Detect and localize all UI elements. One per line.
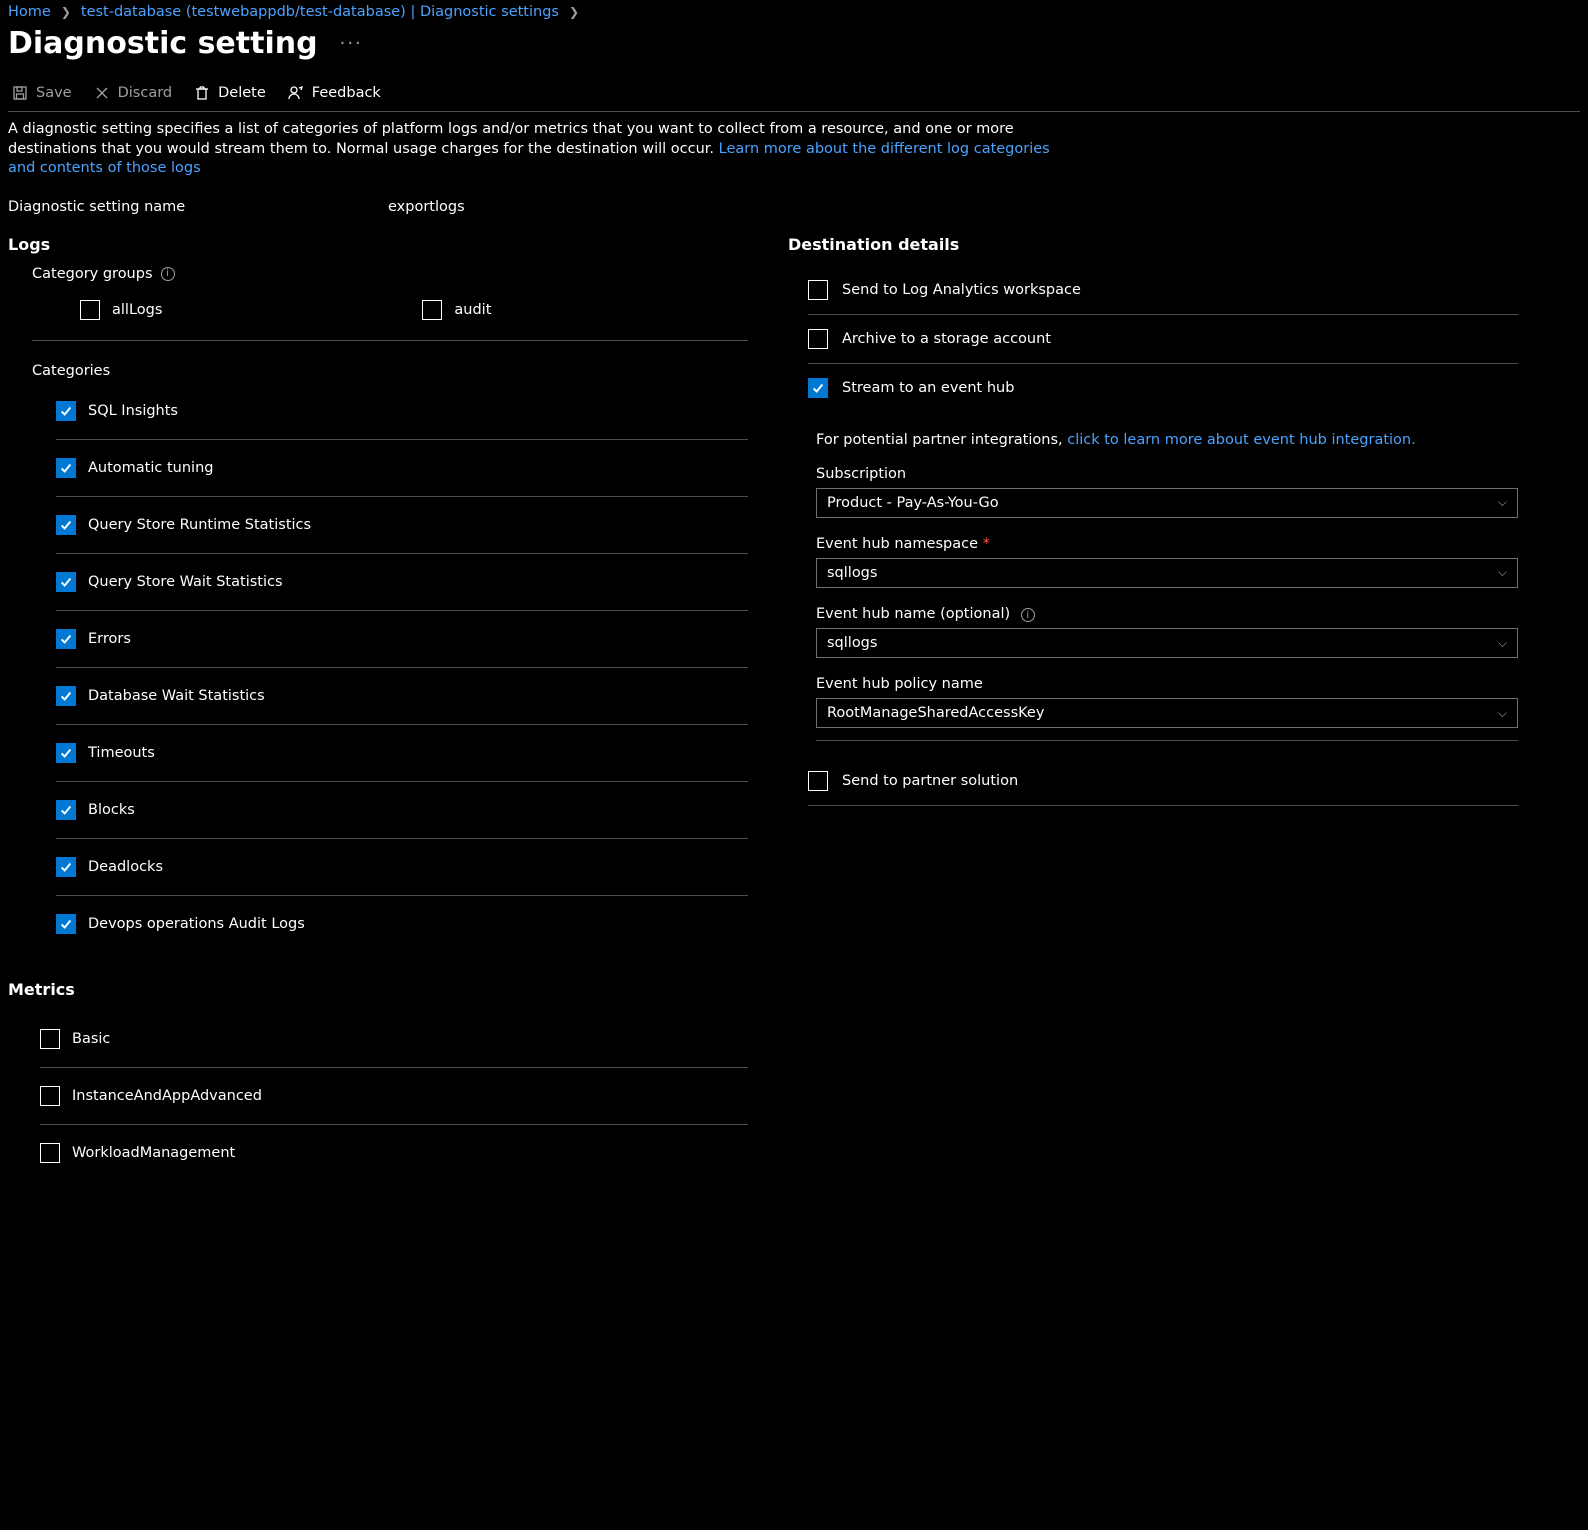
metric-2-checkbox[interactable]: [40, 1143, 60, 1163]
eventhub-note-link[interactable]: click to learn more about event hub inte…: [1067, 432, 1416, 448]
categories-label: Categories: [32, 363, 768, 379]
metric-1-label: InstanceAndAppAdvanced: [72, 1088, 262, 1104]
destination-heading: Destination details: [788, 235, 1518, 254]
chevron-down-icon: ⌵: [1498, 636, 1507, 651]
checkbox-storage[interactable]: [808, 329, 828, 349]
category-9-checkbox[interactable]: [56, 914, 76, 934]
categories-list: SQL Insights Automatic tuning Query Store …: [8, 383, 768, 952]
category-7-row: Blocks: [56, 782, 748, 839]
checkbox-alllogs[interactable]: [80, 300, 100, 320]
logs-heading: Logs: [8, 235, 768, 254]
policy-select[interactable]: RootManageSharedAccessKey ⌵: [816, 698, 1518, 728]
category-7-checkbox[interactable]: [56, 800, 76, 820]
toolbar: Save Discard Delete Feedback: [8, 71, 1580, 112]
trash-icon: [194, 85, 210, 101]
discard-button[interactable]: Discard: [94, 85, 173, 101]
chevron-down-icon: ⌵: [1498, 565, 1507, 580]
save-icon: [12, 85, 28, 101]
audit-label: audit: [454, 302, 491, 318]
category-3-label: Query Store Wait Statistics: [88, 574, 283, 590]
eventhub-label: Stream to an event hub: [842, 380, 1014, 396]
metrics-list: Basic InstanceAndAppAdvanced WorkloadManag…: [8, 1011, 768, 1181]
delete-label: Delete: [218, 85, 266, 101]
metric-0-row: Basic: [40, 1011, 748, 1068]
ehname-select[interactable]: sqllogs ⌵: [816, 628, 1518, 658]
required-indicator: *: [983, 536, 990, 552]
intro-text: A diagnostic setting specifies a list of…: [8, 116, 1068, 179]
chevron-right-icon: ❯: [569, 5, 579, 19]
subscription-select[interactable]: Product - Pay-As-You-Go ⌵: [816, 488, 1518, 518]
breadcrumb-resource[interactable]: test-database (testwebappdb/test-databas…: [81, 4, 559, 20]
metric-0-checkbox[interactable]: [40, 1029, 60, 1049]
info-icon[interactable]: i: [161, 267, 175, 281]
category-0-row: SQL Insights: [56, 383, 748, 440]
category-2-checkbox[interactable]: [56, 515, 76, 535]
log-analytics-label: Send to Log Analytics workspace: [842, 282, 1081, 298]
policy-label: Event hub policy name: [816, 676, 1518, 692]
category-1-checkbox[interactable]: [56, 458, 76, 478]
category-0-label: SQL Insights: [88, 403, 178, 419]
category-1-row: Automatic tuning: [56, 440, 748, 497]
metric-0-label: Basic: [72, 1031, 110, 1047]
namespace-select[interactable]: sqllogs ⌵: [816, 558, 1518, 588]
metric-2-label: WorkloadManagement: [72, 1145, 235, 1161]
category-4-label: Errors: [88, 631, 131, 647]
setting-name-label: Diagnostic setting name: [8, 199, 388, 215]
category-2-row: Query Store Runtime Statistics: [56, 497, 748, 554]
checkbox-eventhub[interactable]: [808, 378, 828, 398]
category-8-row: Deadlocks: [56, 839, 748, 896]
info-icon[interactable]: i: [1021, 608, 1035, 622]
feedback-icon: [288, 85, 304, 101]
category-5-checkbox[interactable]: [56, 686, 76, 706]
category-1-label: Automatic tuning: [88, 460, 213, 476]
category-groups-label: Category groups i: [32, 266, 768, 282]
discard-label: Discard: [118, 85, 173, 101]
metric-1-checkbox[interactable]: [40, 1086, 60, 1106]
save-button[interactable]: Save: [12, 85, 72, 101]
partner-label: Send to partner solution: [842, 773, 1018, 789]
alllogs-label: allLogs: [112, 302, 162, 318]
subscription-label: Subscription: [816, 466, 1518, 482]
category-9-label: Devops operations Audit Logs: [88, 916, 305, 932]
category-7-label: Blocks: [88, 802, 135, 818]
category-8-checkbox[interactable]: [56, 857, 76, 877]
feedback-label: Feedback: [312, 85, 381, 101]
more-actions-button[interactable]: ···: [340, 33, 363, 54]
category-9-row: Devops operations Audit Logs: [56, 896, 748, 952]
chevron-down-icon: ⌵: [1498, 495, 1507, 510]
category-6-row: Timeouts: [56, 725, 748, 782]
category-6-label: Timeouts: [88, 745, 155, 761]
checkbox-audit[interactable]: [422, 300, 442, 320]
category-3-row: Query Store Wait Statistics: [56, 554, 748, 611]
feedback-button[interactable]: Feedback: [288, 85, 381, 101]
metric-1-row: InstanceAndAppAdvanced: [40, 1068, 748, 1125]
eventhub-note: For potential partner integrations,: [816, 432, 1067, 448]
close-icon: [94, 85, 110, 101]
breadcrumb: Home ❯ test-database (testwebappdb/test-…: [8, 0, 1580, 26]
category-6-checkbox[interactable]: [56, 743, 76, 763]
delete-button[interactable]: Delete: [194, 85, 266, 101]
metric-2-row: WorkloadManagement: [40, 1125, 748, 1181]
chevron-right-icon: ❯: [61, 5, 71, 19]
page-title: Diagnostic setting: [8, 26, 318, 61]
save-label: Save: [36, 85, 72, 101]
storage-label: Archive to a storage account: [842, 331, 1051, 347]
category-5-label: Database Wait Statistics: [88, 688, 265, 704]
namespace-label: Event hub namespace *: [816, 536, 1518, 552]
ehname-label: Event hub name (optional) i: [816, 606, 1518, 623]
breadcrumb-home[interactable]: Home: [8, 4, 51, 20]
category-3-checkbox[interactable]: [56, 572, 76, 592]
category-8-label: Deadlocks: [88, 859, 163, 875]
eventhub-config: For potential partner integrations, clic…: [816, 412, 1518, 742]
category-5-row: Database Wait Statistics: [56, 668, 748, 725]
setting-name-value: exportlogs: [388, 199, 465, 215]
category-4-checkbox[interactable]: [56, 629, 76, 649]
category-2-label: Query Store Runtime Statistics: [88, 517, 311, 533]
category-0-checkbox[interactable]: [56, 401, 76, 421]
checkbox-partner[interactable]: [808, 771, 828, 791]
chevron-down-icon: ⌵: [1498, 706, 1507, 721]
category-4-row: Errors: [56, 611, 748, 668]
metrics-heading: Metrics: [8, 980, 768, 999]
checkbox-log-analytics[interactable]: [808, 280, 828, 300]
